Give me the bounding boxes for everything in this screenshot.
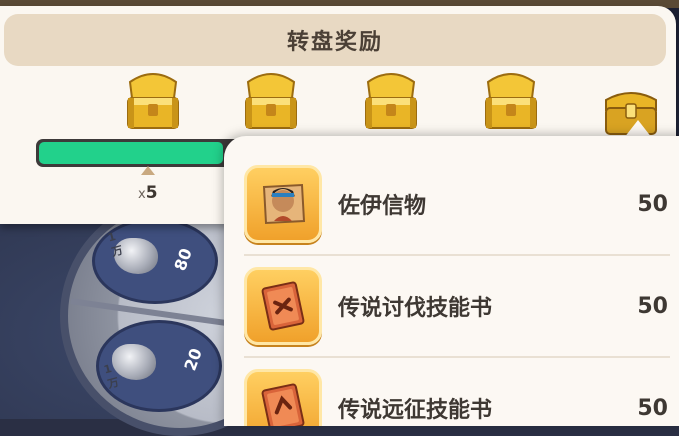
reward-item-row: 传说远征技能书 50 [244,360,668,426]
reward-item-amount: 50 [637,395,668,421]
gold-chest-open-icon[interactable] [478,68,544,134]
skill-book-icon [244,369,322,426]
milestone-marker: x5 [138,166,158,203]
gold-chest-open-icon[interactable] [358,68,424,134]
chest-reward-popup: 佐伊信物 50 传说讨伐技能书 50 传说远征技能书 50 [224,136,679,426]
skill-book-icon [244,267,322,345]
milestone-count: 5 [145,183,158,203]
progress-fill [39,142,223,164]
row-divider [244,254,670,256]
reward-item-row: 传说讨伐技能书 50 [244,258,668,354]
milestone-pointer-icon [140,166,155,175]
reward-item-name: 佐伊信物 [338,194,427,219]
row-divider [244,356,670,358]
gold-chest-open-icon[interactable] [120,68,186,134]
zoe-token-icon [244,165,322,243]
panel-title: 转盘奖励 [286,30,383,55]
ore-icon [112,344,156,380]
reward-item-amount: 50 [637,293,668,319]
reward-item-name: 传说远征技能书 [338,398,493,423]
gold-chest-open-icon[interactable] [238,68,304,134]
reward-item-name: 传说讨伐技能书 [338,296,493,321]
reward-item-row: 佐伊信物 50 [244,156,668,252]
milestone-prefix: x [138,187,146,202]
reward-item-amount: 50 [637,191,668,217]
panel-header: 转盘奖励 [4,14,666,66]
